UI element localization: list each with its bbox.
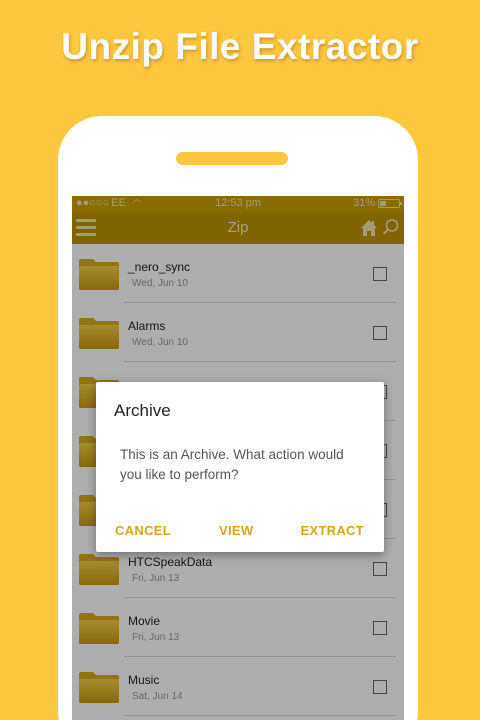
dialog-message: This is an Archive. What action would yo…: [120, 447, 344, 482]
extract-button[interactable]: EXTRACT: [301, 523, 365, 538]
view-button[interactable]: VIEW: [219, 523, 253, 538]
promo-title: Unzip File Extractor: [61, 26, 419, 67]
dialog-title: Archive: [114, 401, 171, 420]
archive-dialog: Archive This is an Archive. What action …: [96, 382, 384, 552]
phone-speaker: [176, 152, 288, 165]
cancel-button[interactable]: CANCEL: [115, 523, 171, 538]
